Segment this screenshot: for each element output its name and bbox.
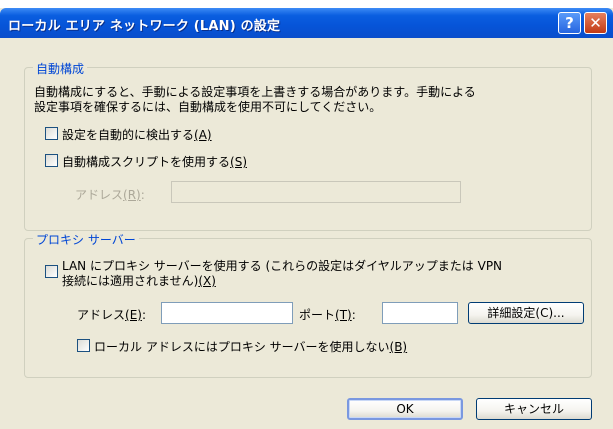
- proxy-address-suffix: :: [141, 308, 147, 322]
- auto-config-description-line1: 自動構成にすると、手動による設定事項を上書きする場合があります。手動による: [34, 85, 476, 99]
- cancel-button[interactable]: キャンセル: [476, 398, 592, 420]
- proxy-port-label: ポート(T):: [299, 306, 356, 323]
- auto-config-description-line2: 設定事項を確保するには、自動構成を使用不可にしてください。: [34, 100, 382, 114]
- proxy-port-suffix: :: [351, 308, 356, 322]
- auto-detect-checkbox[interactable]: [45, 127, 58, 140]
- proxy-address-label: アドレス(E):: [77, 306, 146, 323]
- proxy-address-text: アドレス: [77, 308, 126, 322]
- auto-config-legend: 自動構成: [33, 60, 88, 77]
- bypass-local-label[interactable]: ローカル アドレスにはプロキシ サーバーを使用しない(B): [94, 338, 407, 355]
- proxy-port-accel: (T): [335, 308, 352, 322]
- ok-button[interactable]: OK: [347, 398, 463, 420]
- dialog-body: 自動構成 自動構成にすると、手動による設定事項を上書きする場合があります。手動に…: [3, 38, 610, 426]
- title-bar[interactable]: ローカル エリア ネットワーク (LAN) の設定 ? ✕: [0, 8, 613, 38]
- auto-script-text: 自動構成スクリプトを使用する: [62, 155, 231, 169]
- script-address-label: アドレス(R):: [75, 186, 145, 203]
- advanced-button[interactable]: 詳細設定(C)...: [468, 302, 584, 324]
- proxy-address-accel: (E): [125, 308, 142, 322]
- auto-detect-text: 設定を自動的に検出する: [62, 128, 195, 142]
- bypass-local-checkbox[interactable]: [77, 339, 90, 352]
- use-proxy-checkbox[interactable]: [45, 265, 58, 278]
- script-address-accel: (R): [123, 188, 141, 202]
- auto-detect-label[interactable]: 設定を自動的に検出する(A): [62, 126, 212, 143]
- use-proxy-label-line1[interactable]: LAN にプロキシ サーバーを使用する (これらの設定はダイヤルアップまたは V…: [62, 259, 502, 274]
- use-proxy-line2-text: 接続には適用されません): [62, 274, 199, 288]
- proxy-port-input[interactable]: [382, 302, 458, 324]
- question-mark-icon: ?: [565, 14, 574, 32]
- script-address-suffix: :: [140, 188, 145, 202]
- proxy-address-input[interactable]: [161, 302, 293, 324]
- bypass-local-accel: (B): [389, 340, 408, 354]
- auto-detect-accel: (A): [194, 128, 212, 142]
- use-proxy-accel: (X): [198, 274, 216, 288]
- close-icon: ✕: [589, 14, 602, 32]
- background-window-strip: [0, 0, 613, 8]
- auto-script-label[interactable]: 自動構成スクリプトを使用する(S): [62, 153, 247, 170]
- auto-script-checkbox[interactable]: [45, 154, 58, 167]
- close-button[interactable]: ✕: [584, 12, 607, 34]
- proxy-legend: プロキシ サーバー: [33, 231, 139, 248]
- proxy-port-text: ポート: [299, 308, 336, 322]
- auto-script-accel: (S): [230, 155, 247, 169]
- bypass-local-text: ローカル アドレスにはプロキシ サーバーを使用しない: [94, 340, 390, 354]
- script-address-input[interactable]: [171, 181, 461, 203]
- script-address-text: アドレス: [75, 188, 124, 202]
- help-button[interactable]: ?: [558, 12, 581, 34]
- lan-settings-dialog: ローカル エリア ネットワーク (LAN) の設定 ? ✕ 自動構成 自動構成に…: [0, 8, 613, 429]
- window-title: ローカル エリア ネットワーク (LAN) の設定: [8, 19, 281, 34]
- use-proxy-label-line2[interactable]: 接続には適用されません)(X): [62, 274, 216, 289]
